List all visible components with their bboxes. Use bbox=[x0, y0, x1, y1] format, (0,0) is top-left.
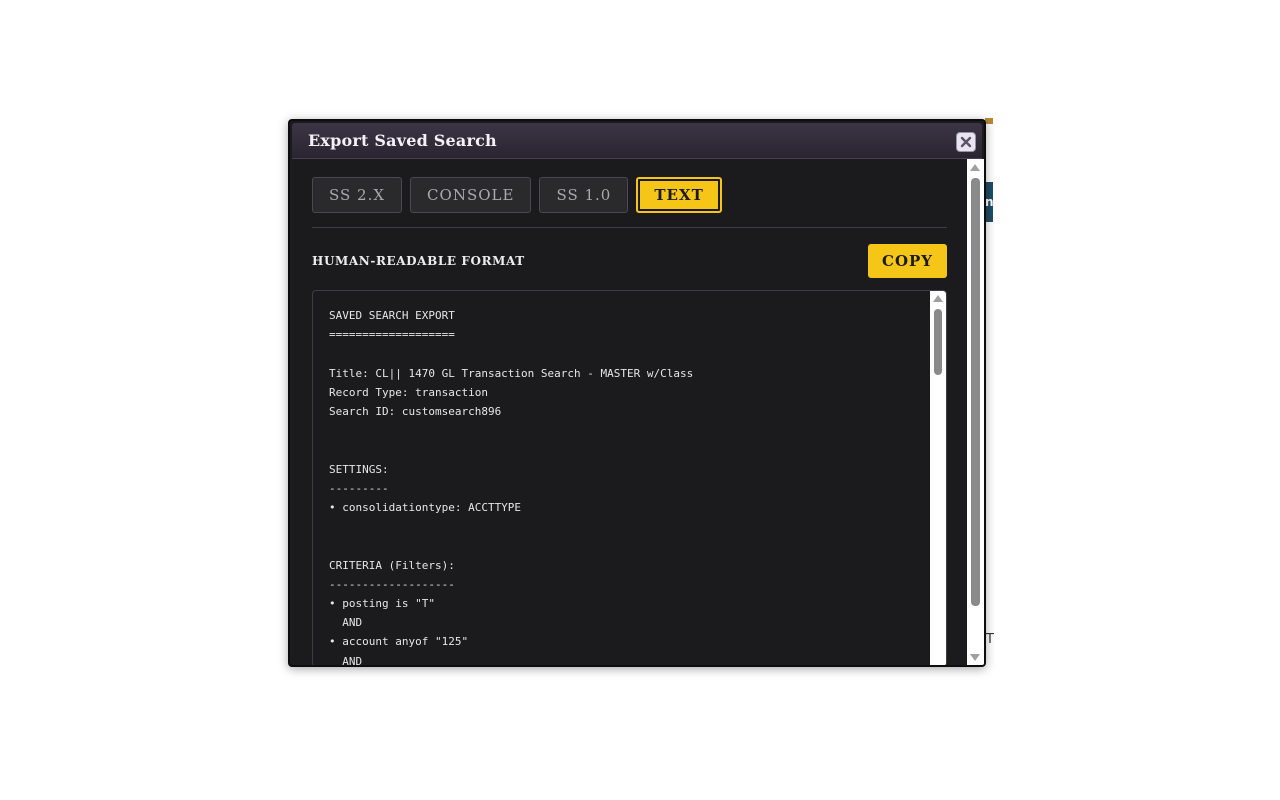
copy-button[interactable]: COPY bbox=[868, 244, 947, 278]
tab-console[interactable]: CONSOLE bbox=[410, 177, 532, 213]
format-tabs: SS 2.X CONSOLE SS 1.0 TEXT bbox=[312, 177, 722, 213]
dialog-scrollbar[interactable] bbox=[967, 159, 984, 665]
scroll-down-arrow-icon[interactable] bbox=[970, 654, 980, 661]
background-page-tab: n bbox=[985, 182, 993, 222]
tab-ss-2x[interactable]: SS 2.X bbox=[312, 177, 403, 213]
close-icon bbox=[960, 136, 972, 148]
tab-ss-1-0[interactable]: SS 1.0 bbox=[539, 177, 629, 213]
dialog-content: SS 2.X CONSOLE SS 1.0 TEXT HUMAN-READABL… bbox=[292, 159, 965, 665]
dialog-title: Export Saved Search bbox=[308, 131, 497, 150]
export-saved-search-dialog: Export Saved Search SS 2.X CONSOLE SS 1.… bbox=[288, 119, 986, 667]
background-page-text: T bbox=[986, 632, 994, 647]
scroll-up-arrow-icon[interactable] bbox=[933, 295, 943, 302]
dialog-titlebar[interactable]: Export Saved Search bbox=[292, 123, 982, 159]
text-area-scroll-thumb[interactable] bbox=[934, 309, 942, 375]
close-button[interactable] bbox=[956, 132, 976, 152]
background-page-strip bbox=[985, 118, 993, 124]
section-label: HUMAN-READABLE FORMAT bbox=[312, 254, 525, 268]
scroll-up-arrow-icon[interactable] bbox=[970, 164, 980, 171]
tabs-divider bbox=[312, 227, 947, 228]
dialog-scroll-thumb[interactable] bbox=[971, 178, 980, 606]
export-text-area[interactable]: SAVED SEARCH EXPORT =================== … bbox=[312, 290, 947, 665]
export-text[interactable]: SAVED SEARCH EXPORT =================== … bbox=[329, 306, 693, 665]
text-area-scrollbar[interactable] bbox=[930, 291, 946, 665]
tab-text[interactable]: TEXT bbox=[636, 177, 722, 213]
